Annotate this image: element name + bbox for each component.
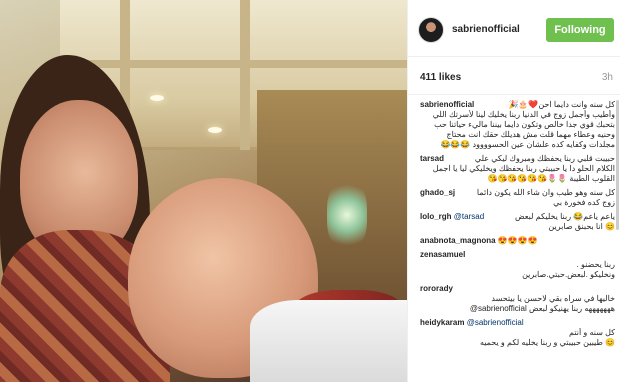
avatar[interactable] bbox=[418, 17, 444, 43]
comment-text: كل سنه و أنتم bbox=[569, 328, 615, 337]
comment-text: حبيبت قلبي ربنا يحفظك ومبروك ليكي علي bbox=[474, 154, 615, 163]
comment: heidykaram @sabrienofficial كل سنه و أنت… bbox=[420, 318, 615, 348]
comment-text: القلوب الطيبة 🌷🌷😘😘😘😘😘😘 bbox=[487, 174, 616, 183]
chandelier bbox=[327, 180, 367, 250]
post-sidebar: sabrienofficial Following 411 likes 3h s… bbox=[407, 0, 620, 382]
comment: rororady خاليها في سراه بقي لاحسن يا بيت… bbox=[420, 284, 615, 314]
shirt bbox=[250, 300, 407, 382]
comment-username[interactable]: tarsad bbox=[420, 154, 444, 164]
comment-text: خاليها في سراه بقي لاحسن يا بيتحسد bbox=[491, 294, 615, 303]
comment-text: الكلام الحلو دا يا حبيبتي ربنا يحفظك ويخ… bbox=[432, 164, 615, 173]
comment-username[interactable]: heidykaram bbox=[420, 318, 464, 327]
comment: anabnota_magnona 😍😍😍😍 bbox=[420, 236, 615, 246]
post-stats: 411 likes 3h bbox=[408, 57, 620, 95]
post-photo[interactable] bbox=[0, 0, 407, 382]
ceiling-lamp bbox=[150, 95, 164, 101]
likes-count[interactable]: 411 likes bbox=[420, 72, 461, 83]
comment-text: مجلدات وكفايه كده علشان عين الحسوووود 😂😂… bbox=[440, 140, 615, 149]
ceiling-lamp bbox=[208, 127, 222, 133]
comment-text: وأطيب وأجمل زوج في الدنيا ربنا يخليك لين… bbox=[432, 110, 615, 119]
comment-username[interactable]: anabnota_magnona bbox=[420, 236, 496, 245]
comment-text: بتحبك قوي جدا خالص وتكون دايما بيننا مال… bbox=[434, 120, 615, 129]
comment-mention[interactable]: @tarsad bbox=[454, 212, 484, 221]
comment-text: ياعم ياعم😂 ربنا يخليكم لبعض bbox=[514, 212, 615, 221]
comment-username[interactable]: sabrienofficial bbox=[420, 100, 474, 110]
comment-text: وحنيه وعطاء مهما قلت مش هديلك حقك انت مح… bbox=[446, 130, 616, 139]
comment: tarsad حبيبت قلبي ربنا يحفظك ومبروك ليكي… bbox=[420, 154, 615, 184]
comment-text: زوج كده فخورة بي bbox=[553, 198, 615, 207]
post-header: sabrienofficial Following bbox=[408, 0, 620, 57]
post-time: 3h bbox=[601, 72, 613, 83]
following-button[interactable]: Following bbox=[546, 18, 614, 42]
comment-text: ونخليكو .لبعض.حبتي.صابرين bbox=[522, 270, 615, 279]
comment-text: ربنا يحضنو . bbox=[576, 260, 615, 269]
comment-text: 😊 طيبين حبيبتي و ربنا يخليه لكم و يحميه bbox=[479, 338, 615, 347]
comment: ghado_sj كل سنه وهو طيب وان شاء الله يكو… bbox=[420, 188, 615, 208]
comment: lolo_rgh @tarsad ياعم ياعم😂 ربنا يخليكم … bbox=[420, 212, 615, 232]
comment-mention[interactable]: @sabrienofficial bbox=[467, 318, 524, 327]
comment: zenasamuel ربنا يحضنو . ونخليكو .لبعض.حب… bbox=[420, 250, 615, 280]
comments-list[interactable]: sabrienofficial كل سنه وانت دايما احن❤️🎂… bbox=[408, 96, 620, 382]
scrollbar[interactable] bbox=[616, 100, 619, 230]
comment-username[interactable]: zenasamuel bbox=[420, 250, 465, 259]
username[interactable]: sabrienofficial bbox=[452, 24, 520, 35]
comment-text: @sabrienofficial هههههههه ربنا يهنيكو لب… bbox=[469, 304, 615, 313]
comment-text: 😊 انا بحبنق صابرين bbox=[548, 222, 615, 231]
comment-username[interactable]: rororady bbox=[420, 284, 453, 293]
comment: sabrienofficial كل سنه وانت دايما احن❤️🎂… bbox=[420, 100, 615, 150]
ceiling-beam bbox=[60, 60, 407, 68]
comment-username[interactable]: ghado_sj bbox=[420, 188, 455, 198]
comment-text: كل سنه وانت دايما احن❤️🎂🎉 bbox=[508, 100, 615, 109]
comment-username[interactable]: lolo_rgh bbox=[420, 212, 452, 221]
comment-text: كل سنه وهو طيب وان شاء الله يكون دائما bbox=[476, 188, 615, 197]
ceiling-beam bbox=[240, 0, 250, 150]
comment-text: 😍😍😍😍 bbox=[497, 236, 538, 245]
